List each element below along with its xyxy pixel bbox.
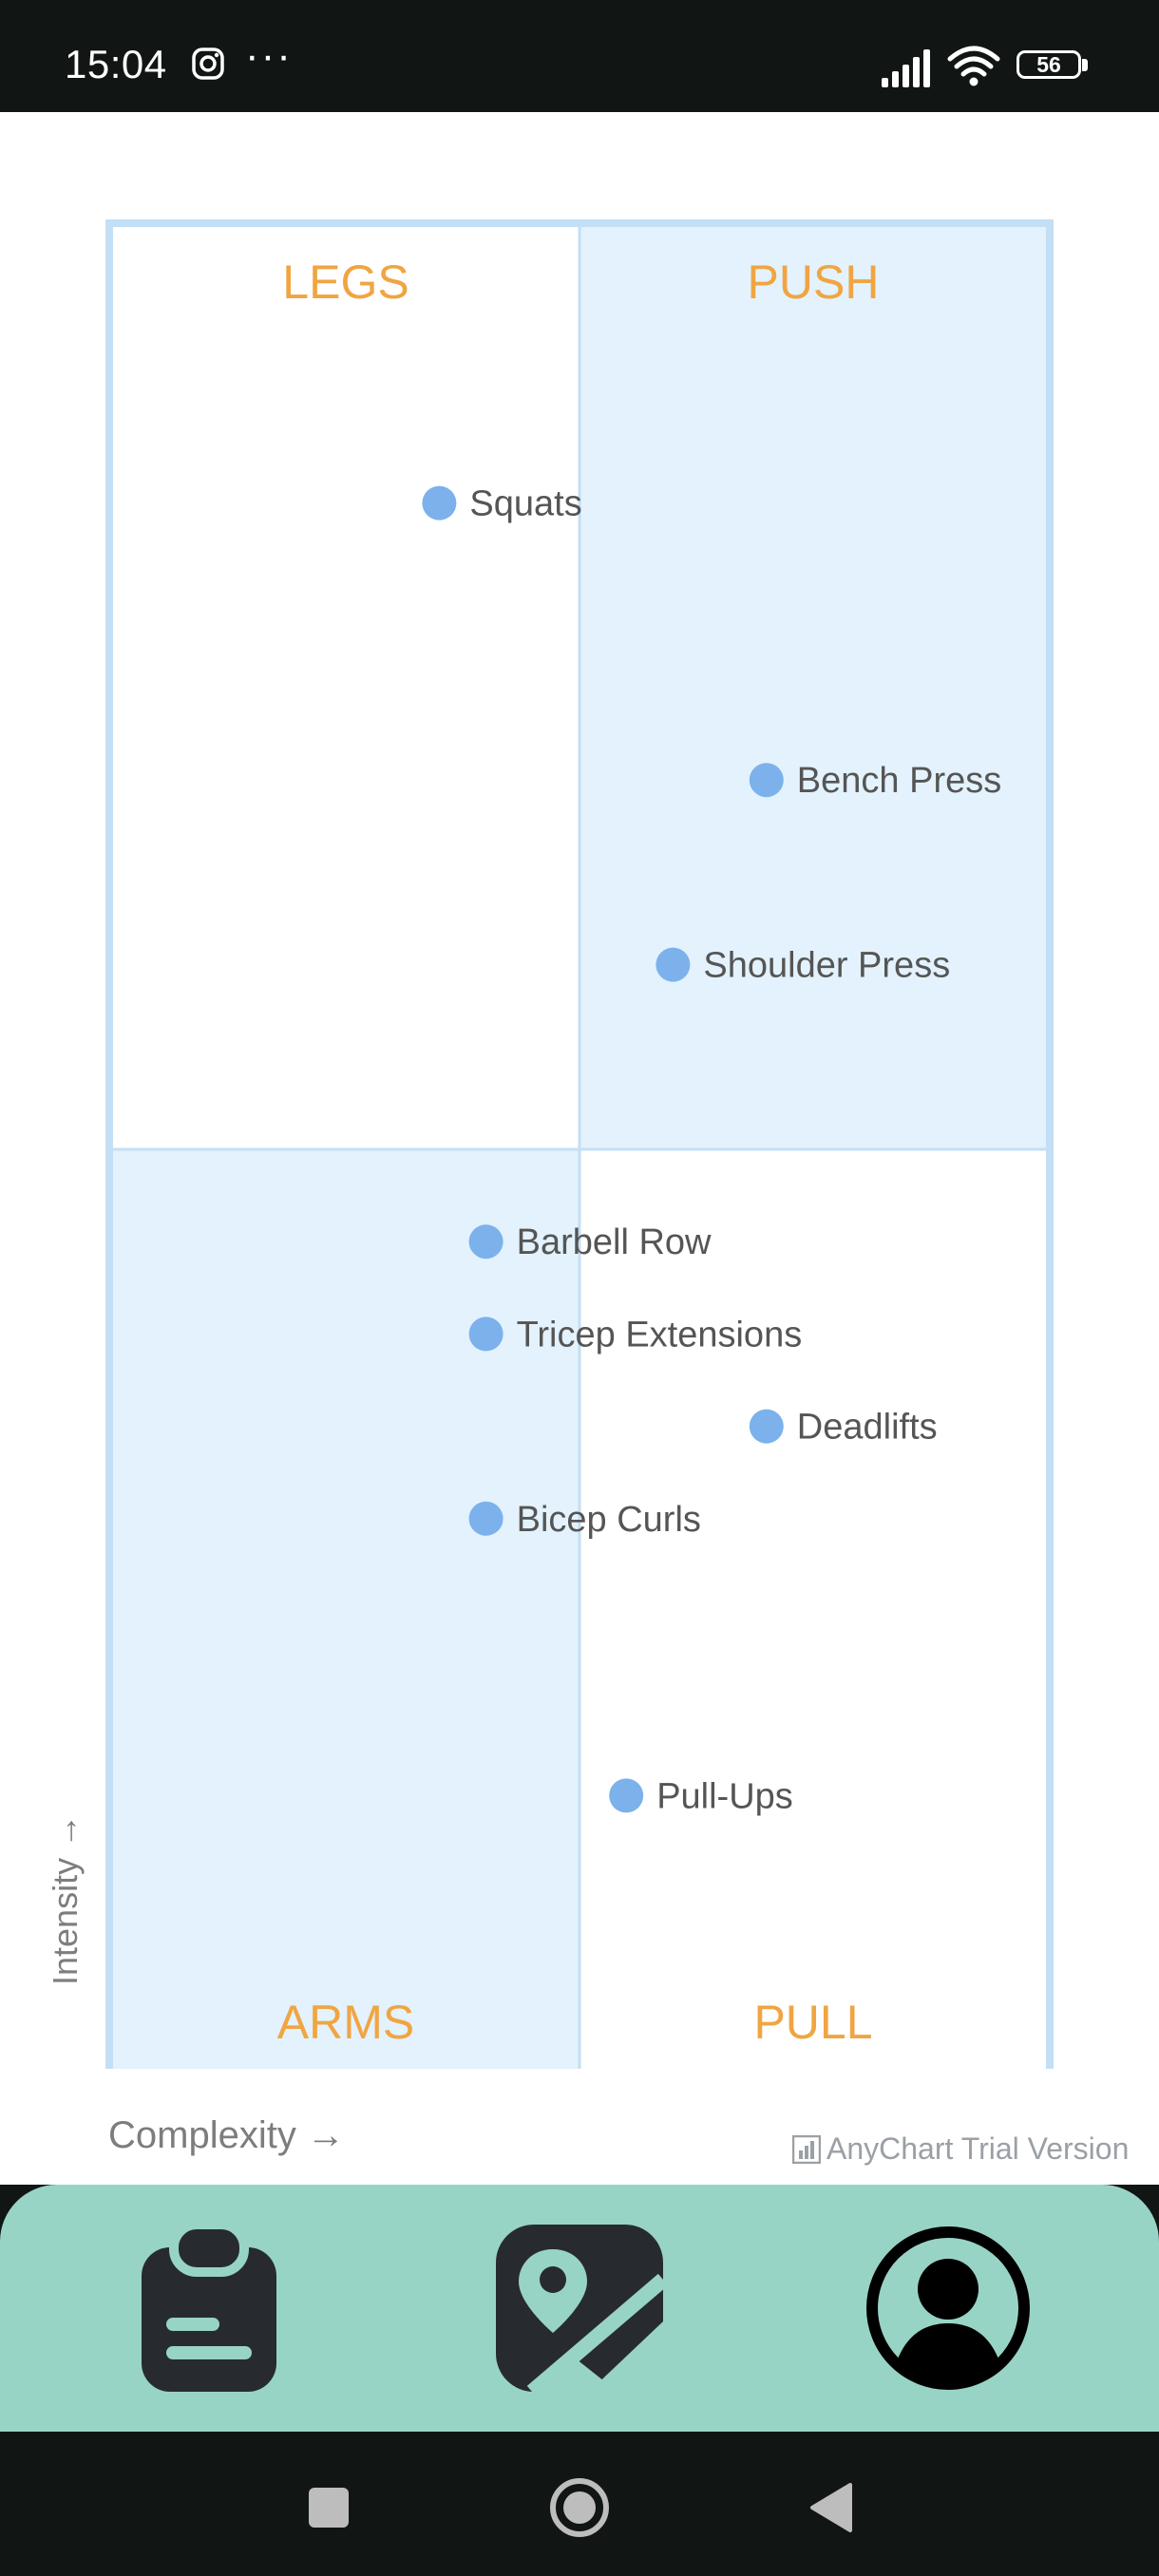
back-icon: [810, 2483, 852, 2532]
point-label-bicep-curls: Bicep Curls: [517, 1500, 701, 1540]
recents-icon: [309, 2488, 349, 2528]
image-edit-icon: [496, 2225, 665, 2394]
quadrant-arms: [112, 1149, 580, 2069]
quadrant-pull: [580, 1149, 1047, 2069]
instagram-icon: [192, 47, 224, 80]
point-label-bench-press: Bench Press: [797, 761, 1001, 801]
y-axis-label: Intensity →: [46, 1813, 85, 1985]
quadrant-label-pull: PULL: [753, 1996, 872, 2049]
point-label-deadlifts: Deadlifts: [797, 1408, 938, 1448]
point-label-tricep-extensions: Tricep Extensions: [517, 1315, 803, 1354]
quadrant-label-legs: LEGS: [282, 256, 408, 309]
point-bench-press: [749, 763, 784, 798]
battery-icon: 56: [1016, 50, 1091, 83]
back-button[interactable]: [792, 2470, 868, 2546]
point-bicep-curls: [468, 1501, 504, 1536]
point-deadlifts: [749, 1409, 784, 1444]
nav-clipboard-button[interactable]: [124, 2223, 294, 2394]
recents-button[interactable]: [291, 2470, 367, 2546]
point-label-pull-ups: Pull-Ups: [656, 1776, 793, 1816]
x-axis-label: Complexity →: [108, 2114, 345, 2156]
quadrant-label-push: PUSH: [748, 256, 880, 309]
wifi-icon: [947, 46, 1000, 86]
point-label-squats: Squats: [469, 484, 581, 524]
point-label-barbell-row: Barbell Row: [517, 1222, 712, 1262]
home-icon: [550, 2478, 609, 2537]
point-pull-ups: [609, 1778, 644, 1813]
account-circle-icon: [866, 2226, 1030, 2390]
quadrant-label-arms: ARMS: [277, 1996, 414, 2049]
point-barbell-row: [468, 1224, 504, 1260]
bottom-navigation: [0, 2185, 1159, 2432]
point-shoulder-press: [656, 947, 691, 982]
home-button[interactable]: [542, 2470, 618, 2546]
anychart-logo-icon: [792, 2134, 821, 2164]
signal-icon: [882, 49, 930, 87]
quadrant-chart: LEGS PUSH ARMS PULL Squats Bench Press Shoulde…: [105, 219, 1054, 2069]
credits-text: AnyChart Trial Version: [826, 2131, 1130, 2166]
status-bar: 15:04 ··· 56: [0, 0, 1159, 112]
system-navigation-bar: [0, 2432, 1159, 2576]
clipboard-icon: [142, 2223, 276, 2392]
quadrant-legs: [112, 226, 580, 1149]
point-squats: [422, 485, 457, 521]
nav-profile-button[interactable]: [863, 2223, 1034, 2394]
status-time: 15:04: [65, 42, 167, 86]
battery-level: 56: [1036, 52, 1061, 77]
anychart-credits[interactable]: AnyChart Trial Version: [792, 2131, 1129, 2167]
quadrant-push: [580, 226, 1047, 1149]
more-notifications-icon: ···: [245, 32, 293, 79]
point-label-shoulder-press: Shoulder Press: [703, 946, 950, 986]
point-tricep-extensions: [468, 1316, 504, 1352]
nav-image-edit-button[interactable]: [494, 2223, 665, 2394]
